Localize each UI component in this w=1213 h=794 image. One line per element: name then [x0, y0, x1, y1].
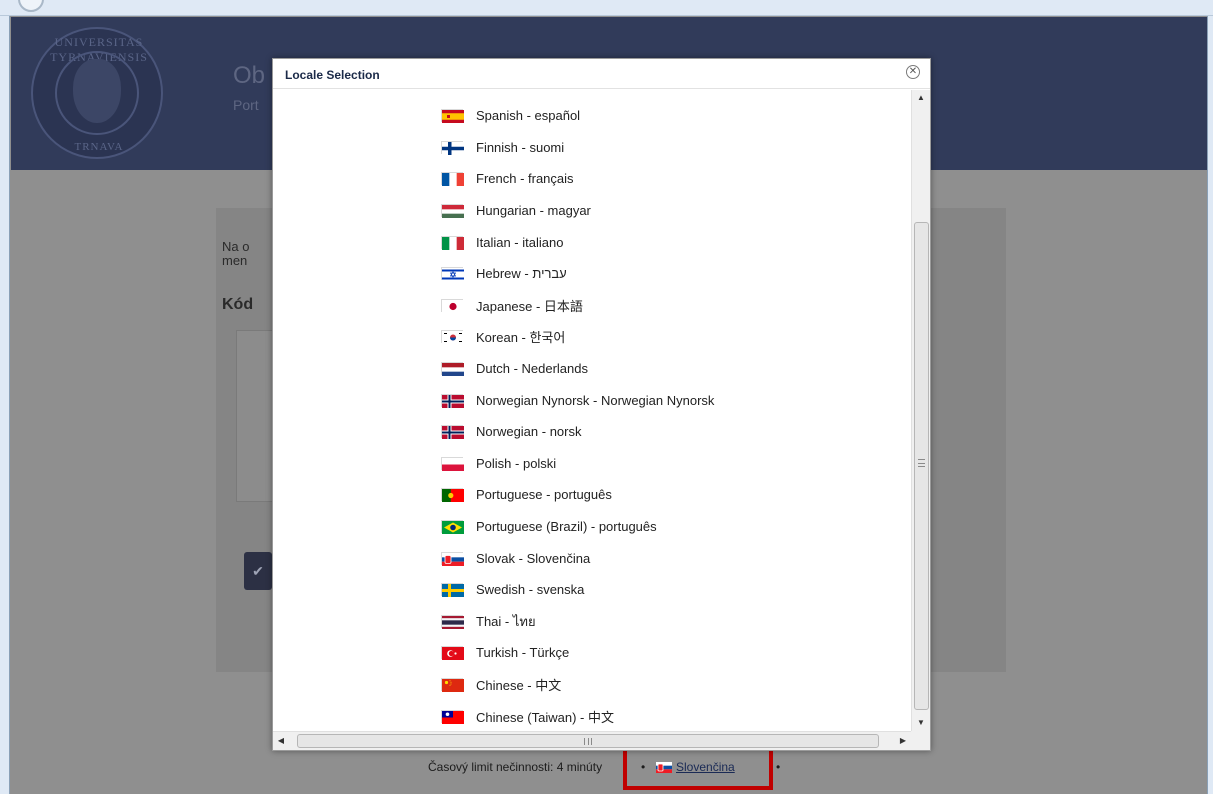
- flag-tw-icon: [441, 709, 464, 724]
- locale-label: Hebrew - עברית: [476, 266, 567, 282]
- inactivity-timeout-text: Časový limit nečinnosti: 4 minúty: [428, 760, 603, 774]
- locale-label: Finnish - suomi: [476, 139, 565, 155]
- flag-pt-icon: [441, 488, 464, 503]
- close-icon[interactable]: ✕: [906, 65, 920, 79]
- locale-label: Chinese (Taiwan) - 中文: [476, 709, 614, 725]
- locale-item-no[interactable]: Norwegian - norsk: [441, 416, 714, 448]
- flag-fi-icon: [441, 140, 464, 155]
- browser-top-bar: [0, 0, 1213, 16]
- dialog-title: Locale Selection: [285, 68, 380, 82]
- horizontal-scroll-thumb[interactable]: [297, 734, 879, 748]
- flag-cn-icon: [441, 677, 464, 692]
- submit-button[interactable]: ✔: [244, 552, 272, 590]
- locale-label: Swedish - svenska: [476, 582, 585, 598]
- locale-item-th[interactable]: Thai - ไทย: [441, 606, 714, 638]
- scrollbar-corner: [911, 731, 930, 750]
- locale-item-pt[interactable]: Portuguese - português: [441, 479, 714, 511]
- locale-label: Spanish - español: [476, 108, 581, 124]
- locale-label: Dutch - Nederlands: [476, 361, 588, 377]
- scroll-grip-icon: [584, 738, 592, 745]
- flag-se-icon: [441, 583, 464, 598]
- locale-label: Portuguese - português: [476, 487, 612, 503]
- browser-right-border: [1207, 16, 1213, 794]
- page-title: Ob: [233, 62, 266, 89]
- locale-item-no[interactable]: Norwegian Nynorsk - Norwegian Nynorsk: [441, 384, 714, 416]
- locale-item-br[interactable]: Portuguese (Brazil) - português: [441, 511, 714, 543]
- locale-item-se[interactable]: Swedish - svenska: [441, 574, 714, 606]
- locale-item-sk[interactable]: Slovak - Slovenčina: [441, 542, 714, 574]
- locale-item-fi[interactable]: Finnish - suomi: [441, 132, 714, 164]
- scroll-left-arrow-icon[interactable]: ◀: [273, 732, 289, 750]
- content-text-line: men: [222, 253, 248, 268]
- page-subtitle: Port: [233, 97, 259, 113]
- code-label: Kód: [222, 296, 254, 313]
- seal-bottom-text: TRNAVA: [74, 141, 124, 153]
- page-footer: Časový limit nečinnosti: 4 minúty • Slov…: [0, 760, 1213, 780]
- locale-item-tr[interactable]: Turkish - Türkçe: [441, 637, 714, 669]
- flag-it-icon: [441, 235, 464, 250]
- flag-th-icon: [441, 614, 464, 629]
- locale-label: Norwegian Nynorsk - Norwegian Nynorsk: [476, 392, 715, 408]
- locale-item-fr[interactable]: French - français: [441, 163, 714, 195]
- locale-label: Norwegian - norsk: [476, 424, 582, 440]
- university-seal-logo: UNIVERSITAS TYRNAVIENSIS TRNAVA: [31, 27, 163, 159]
- flag-il-icon: [441, 267, 464, 282]
- scroll-right-arrow-icon[interactable]: ▶: [895, 732, 911, 750]
- locale-item-it[interactable]: Italian - italiano: [441, 226, 714, 258]
- content-text-line: Na o: [222, 239, 250, 254]
- locale-item-il[interactable]: Hebrew - עברית: [441, 258, 714, 290]
- flag-no-icon: [441, 425, 464, 440]
- scroll-up-arrow-icon[interactable]: ▲: [912, 90, 930, 106]
- flag-nl-icon: [441, 362, 464, 377]
- locale-label: Italian - italiano: [476, 234, 564, 250]
- locale-label: Polish - polski: [476, 455, 557, 471]
- flag-pl-icon: [441, 456, 464, 471]
- locale-item-es[interactable]: Spanish - español: [441, 100, 714, 132]
- check-icon: ✔: [252, 563, 264, 579]
- locale-item-jp[interactable]: Japanese - 日本語: [441, 290, 714, 322]
- locale-label: Slovak - Slovenčina: [476, 550, 591, 566]
- flag-no-icon: [441, 393, 464, 408]
- seal-face-icon: [73, 59, 121, 123]
- locale-item-tw[interactable]: Chinese (Taiwan) - 中文: [441, 700, 714, 731]
- browser-left-border: [0, 16, 10, 794]
- flag-br-icon: [441, 520, 464, 535]
- dialog-body: Spanish - español Finnish - suomi French -…: [273, 90, 911, 731]
- locale-label: Turkish - Türkçe: [476, 645, 570, 661]
- browser-back-button[interactable]: [18, 0, 44, 12]
- locale-label: Japanese - 日本語: [476, 298, 583, 314]
- locale-label: French - français: [476, 171, 574, 187]
- flag-fr-icon: [441, 172, 464, 187]
- flag-tr-icon: [441, 646, 464, 661]
- vertical-scroll-thumb[interactable]: [914, 222, 929, 710]
- content-text: Na o men: [222, 240, 249, 268]
- locale-list: Spanish - español Finnish - suomi French -…: [441, 100, 714, 731]
- footer-separator: •: [776, 760, 781, 774]
- locale-label: Hungarian - magyar: [476, 203, 591, 219]
- flag-kr-icon: [441, 330, 464, 345]
- locale-label: Chinese - 中文: [476, 677, 562, 693]
- locale-item-cn[interactable]: Chinese - 中文: [441, 669, 714, 701]
- flag-sk-icon: [441, 551, 464, 566]
- scroll-down-arrow-icon[interactable]: ▼: [912, 715, 930, 731]
- locale-item-nl[interactable]: Dutch - Nederlands: [441, 353, 714, 385]
- flag-hu-icon: [441, 204, 464, 219]
- vertical-scrollbar[interactable]: ▲ ▼: [911, 90, 930, 731]
- locale-label: Korean - 한국어: [476, 330, 566, 346]
- locale-label: Thai - ไทย: [476, 613, 536, 629]
- flag-es-icon: [441, 109, 464, 124]
- locale-label: Portuguese (Brazil) - português: [476, 519, 657, 535]
- locale-item-hu[interactable]: Hungarian - magyar: [441, 195, 714, 227]
- locale-item-pl[interactable]: Polish - polski: [441, 448, 714, 480]
- flag-jp-icon: [441, 298, 464, 313]
- scroll-grip-icon: [918, 459, 925, 467]
- dialog-header: Locale Selection ✕: [273, 59, 930, 89]
- locale-item-kr[interactable]: Korean - 한국어: [441, 321, 714, 353]
- locale-selection-dialog: Locale Selection ✕ Spanish - español Finn…: [272, 58, 931, 751]
- horizontal-scrollbar[interactable]: ◀ ▶: [273, 731, 911, 750]
